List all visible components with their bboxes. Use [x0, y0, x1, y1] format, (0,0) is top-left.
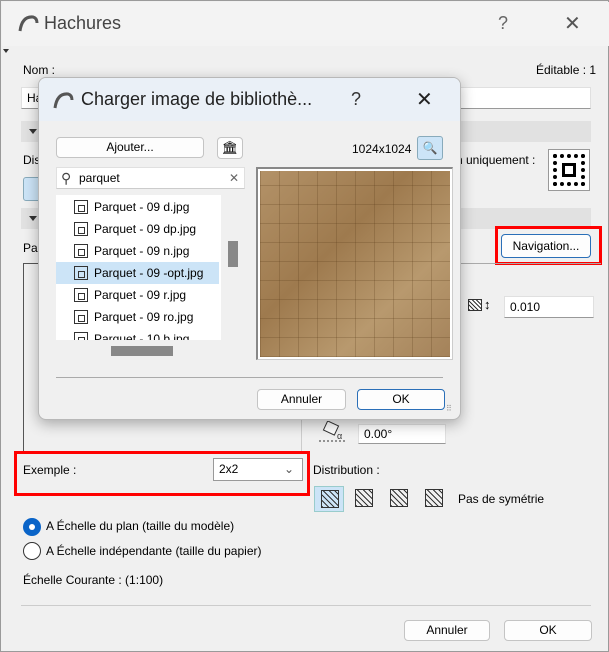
file-list-item[interactable]: Parquet - 09 n.jpg [56, 240, 219, 262]
svg-text:α: α [337, 431, 342, 441]
image-preview [256, 167, 453, 360]
app-logo-icon [53, 92, 74, 109]
current-scale-label: Échelle Courante : (1:100) [23, 573, 164, 587]
collapse-icon[interactable] [3, 49, 9, 53]
file-name: Parquet - 09 n.jpg [94, 244, 190, 258]
search-input[interactable]: ⚲ parquet ✕ [56, 167, 245, 189]
file-list: Parquet - 09 d.jpg Parquet - 09 dp.jpg Par… [56, 195, 221, 340]
pattern-preview-icon[interactable] [548, 149, 590, 191]
radio-model-scale-label: A Échelle du plan (taille du modèle) [46, 519, 235, 533]
vertical-arrow-icon: ↕ [484, 297, 491, 312]
modal-help-button[interactable]: ? [351, 89, 361, 110]
file-list-item[interactable]: Parquet - 09 ro.jpg [56, 306, 219, 328]
spacing-input[interactable]: 0.010 [504, 296, 594, 318]
radio-model-scale[interactable] [23, 518, 41, 536]
preview-info-button[interactable]: 🔍 [417, 136, 443, 160]
load-library-image-dialog: Charger image de bibliothè... ? ✕ Ajoute… [38, 77, 461, 420]
example-select[interactable]: 2x2 ⌄ [213, 458, 303, 481]
example-value: 2x2 [219, 462, 239, 476]
image-file-icon [74, 244, 88, 258]
cancel-button[interactable]: Annuler [404, 620, 490, 641]
pattern-grid-icon [355, 489, 373, 507]
file-list-item[interactable]: Parquet - 10 b.jpg [56, 328, 219, 340]
distribution-option-2[interactable] [349, 486, 379, 512]
distribution-label: Distribution : [313, 463, 380, 477]
add-button[interactable]: Ajouter... [56, 137, 204, 158]
title-bar: Hachures ? ✕ [2, 2, 609, 46]
name-label: Nom : [23, 63, 56, 77]
navigation-button[interactable]: Navigation... [501, 234, 591, 258]
image-resolution: 1024x1024 [352, 142, 412, 156]
modal-title-bar: Charger image de bibliothè... ? ✕ [39, 78, 460, 121]
ok-button[interactable]: OK [504, 620, 592, 641]
file-name: Parquet - 09 -opt.jpg [94, 266, 204, 280]
pattern-grid-icon [321, 490, 339, 508]
pattern-grid-icon [390, 489, 408, 507]
angle-icon: α [319, 421, 345, 442]
window-title: Hachures [44, 13, 122, 33]
example-label: Exemple : [23, 463, 77, 477]
file-list-item[interactable]: Parquet - 09 -opt.jpg [56, 262, 219, 284]
frame-line [23, 263, 24, 453]
library-manager-button[interactable]: 🏛 [217, 137, 243, 159]
vector-only-label: n uniquement : [456, 153, 536, 167]
divider [56, 377, 443, 378]
spacing-icon [468, 299, 482, 311]
document-search-icon: 🔍 [422, 141, 438, 155]
parquet-texture-image [260, 171, 450, 357]
file-name: Parquet - 09 d.jpg [94, 200, 190, 214]
image-file-icon [74, 266, 88, 280]
modal-close-button[interactable]: ✕ [416, 87, 433, 112]
file-name: Parquet - 09 dp.jpg [94, 222, 197, 236]
chevron-down-icon [29, 216, 37, 221]
file-name: Parquet - 10 b.jpg [94, 332, 190, 340]
image-file-icon [74, 288, 88, 302]
vertical-scrollbar[interactable] [228, 241, 238, 267]
image-file-icon [74, 310, 88, 324]
editable-label: Éditable : 1 [536, 63, 597, 77]
horizontal-scrollbar[interactable] [111, 346, 173, 356]
file-name: Parquet - 09 ro.jpg [94, 310, 194, 324]
chevron-down-icon: ⌄ [283, 462, 294, 476]
radio-paper-scale[interactable] [23, 542, 41, 560]
file-name: Parquet - 09 r.jpg [94, 288, 187, 302]
help-button[interactable]: ? [498, 13, 508, 34]
file-list-item[interactable]: Parquet - 09 dp.jpg [56, 218, 219, 240]
close-button[interactable]: ✕ [564, 11, 581, 36]
pattern-grid-icon [425, 489, 443, 507]
distribution-option-4[interactable] [419, 486, 449, 512]
search-icon: ⚲ [61, 170, 72, 186]
distribution-option-1[interactable] [314, 486, 344, 512]
modal-title: Charger image de bibliothè... [81, 89, 313, 109]
image-file-icon [74, 332, 88, 340]
clear-search-icon[interactable]: ✕ [229, 168, 239, 188]
radio-paper-scale-label: A Échelle indépendante (taille du papier… [46, 544, 262, 558]
modal-cancel-button[interactable]: Annuler [257, 389, 346, 410]
chevron-down-icon [29, 129, 37, 134]
library-icon: 🏛 [221, 140, 239, 155]
angle-input[interactable]: 0.00° [358, 424, 446, 444]
divider [461, 263, 601, 264]
divider [21, 605, 591, 606]
file-list-item[interactable]: Parquet - 09 r.jpg [56, 284, 219, 306]
image-file-icon [74, 200, 88, 214]
app-logo-icon [18, 15, 39, 32]
distribution-option-3[interactable] [384, 486, 414, 512]
no-symmetry-label: Pas de symétrie [458, 492, 545, 506]
image-file-icon [74, 222, 88, 236]
search-value: parquet [79, 171, 120, 185]
file-list-item[interactable]: Parquet - 09 d.jpg [56, 196, 219, 218]
resize-grip-icon[interactable]: ⠿ [446, 404, 452, 413]
modal-ok-button[interactable]: OK [357, 389, 445, 410]
